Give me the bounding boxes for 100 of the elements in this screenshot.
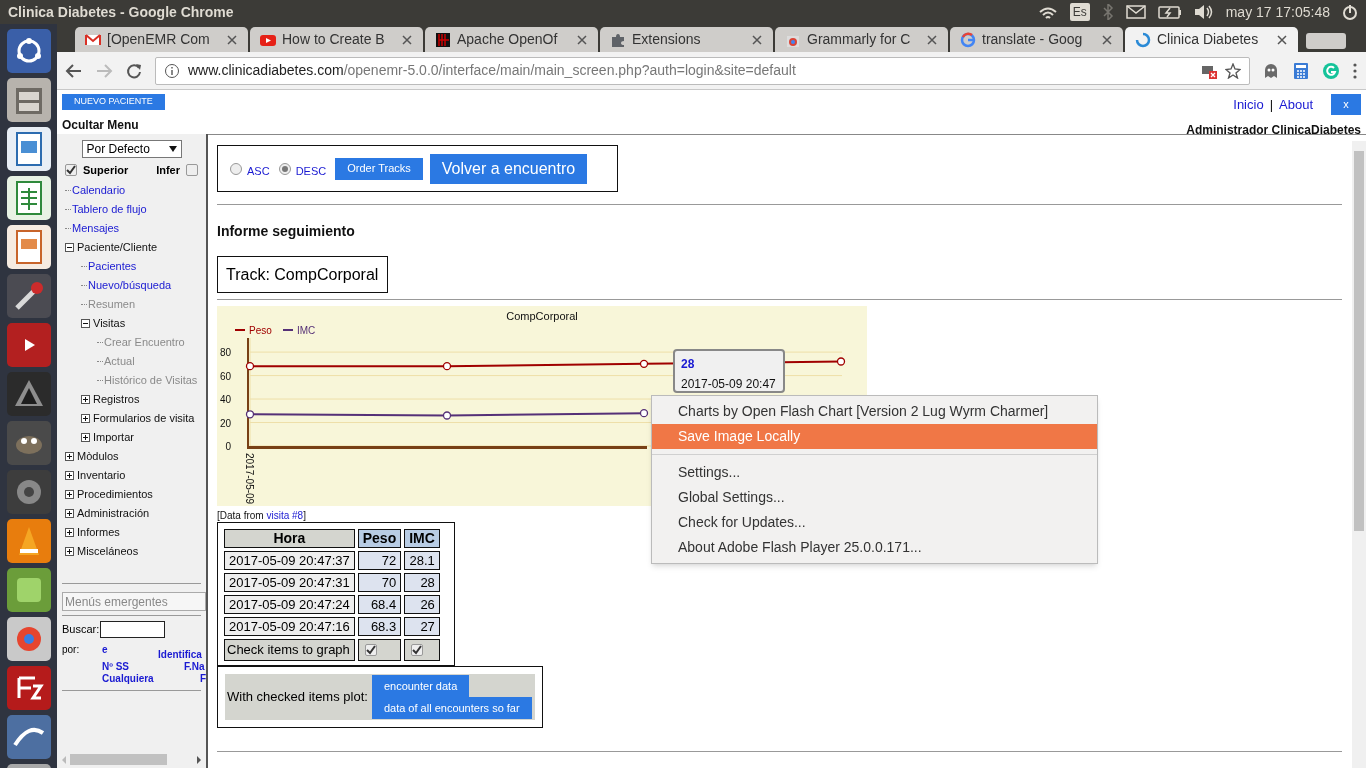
menu-folder[interactable]: Mòdulos	[77, 447, 119, 465]
expand-icon[interactable]	[65, 451, 74, 461]
scroll-right-icon[interactable]	[197, 755, 201, 764]
mail-icon[interactable]	[1125, 5, 1146, 19]
address-bar[interactable]: www.clinicadiabetes.com/openemr-5.0.0/interface/main/main_screen.php?auth=login&site=default	[155, 56, 1250, 85]
menu-folder[interactable]: Visitas	[93, 314, 126, 332]
data-point[interactable]	[245, 362, 255, 371]
browser-icon[interactable]	[6, 617, 51, 661]
collapse-icon[interactable]	[81, 318, 90, 328]
nav-link[interactable]: Inicio	[1233, 94, 1264, 115]
browser-tab[interactable]: Extensions	[600, 27, 773, 52]
search-field[interactable]	[100, 621, 166, 638]
radio-button[interactable]	[278, 162, 291, 175]
browser-tab[interactable]: Clinica Diabetes	[1125, 27, 1298, 52]
back-to-encounter-button[interactable]: Volver a encuentro	[429, 153, 588, 184]
close-icon[interactable]	[1276, 33, 1288, 46]
wrench-icon[interactable]	[6, 274, 51, 318]
checkbox[interactable]	[364, 644, 377, 656]
expand-icon[interactable]	[81, 413, 90, 423]
checkbox[interactable]	[65, 164, 77, 177]
ubuntu-logo-icon[interactable]	[6, 29, 51, 73]
presentation-icon[interactable]	[6, 225, 51, 269]
new-patient-button[interactable]: NUEVO PACIENTE	[62, 94, 165, 110]
expand-icon[interactable]	[65, 546, 74, 556]
search-option-link[interactable]: Cualquiera	[102, 671, 154, 686]
checkbox[interactable]	[186, 164, 198, 177]
vertical-scrollbar[interactable]	[1352, 141, 1366, 768]
menu-item[interactable]: About Adobe Flash Player 25.0.0.171...	[652, 535, 1097, 560]
search-option-link[interactable]: F	[200, 671, 207, 686]
order-tracks-button[interactable]: Order Tracks	[335, 157, 423, 180]
browser-tab[interactable]: [OpenEMR Com	[75, 27, 248, 52]
expand-icon[interactable]	[65, 508, 74, 518]
search-option-link[interactable]: Nº SS	[102, 659, 129, 674]
volume-icon[interactable]	[1193, 4, 1214, 20]
power-icon[interactable]	[1342, 4, 1358, 20]
back-icon[interactable]	[65, 61, 83, 80]
clock[interactable]: may 17 17:05:48	[1225, 1, 1330, 23]
close-icon[interactable]	[226, 33, 238, 46]
data-point[interactable]	[245, 410, 255, 419]
menu-link[interactable]: Pacientes	[88, 257, 137, 275]
close-icon[interactable]	[401, 33, 413, 46]
radio-button[interactable]	[230, 162, 242, 175]
browser-tab[interactable]: Grammarly for C	[775, 27, 948, 52]
menu-icon[interactable]	[1352, 61, 1358, 80]
menu-folder[interactable]: Misceláneos	[77, 542, 139, 560]
data-point[interactable]	[639, 409, 649, 418]
star-icon[interactable]	[1225, 62, 1241, 79]
menu-link[interactable]: Calendario	[72, 181, 126, 199]
data-point[interactable]	[442, 362, 452, 371]
ghost-icon[interactable]	[1262, 61, 1280, 80]
hide-menu-link[interactable]: Ocultar Menu	[62, 116, 139, 134]
animal-icon[interactable]	[6, 421, 51, 465]
plot-button[interactable]: data of all encounters so far	[371, 697, 532, 719]
expand-icon[interactable]	[65, 527, 74, 537]
cone-icon[interactable]	[6, 519, 51, 563]
menu-folder[interactable]: Registros	[93, 390, 140, 408]
file-cabinet-icon[interactable]	[6, 78, 51, 122]
browser-tab[interactable]: translate - Goog	[950, 27, 1123, 52]
battery-icon[interactable]	[1157, 4, 1182, 20]
menu-folder[interactable]: Importar	[93, 428, 134, 446]
menu-link[interactable]: Mensajes	[72, 219, 120, 237]
expand-icon[interactable]	[81, 432, 90, 442]
menu-link[interactable]: Tablero de flujo	[72, 200, 147, 218]
menu-folder[interactable]: Inventario	[77, 466, 126, 484]
spreadsheet-icon[interactable]	[6, 176, 51, 220]
search-option-link[interactable]: F.Na	[184, 659, 205, 674]
close-icon[interactable]	[926, 33, 938, 46]
browser-tab[interactable]: How to Create B	[250, 27, 423, 52]
document-icon[interactable]	[6, 127, 51, 171]
expand-icon[interactable]	[81, 394, 90, 404]
expand-icon[interactable]	[65, 489, 74, 499]
data-point[interactable]	[639, 359, 649, 368]
close-icon[interactable]	[751, 33, 763, 46]
collapse-icon[interactable]	[65, 242, 74, 252]
checkbox[interactable]	[411, 644, 424, 656]
menu-item[interactable]: Settings...	[652, 460, 1097, 485]
menu-item[interactable]: Check for Updates...	[652, 510, 1097, 535]
reload-icon[interactable]	[125, 61, 143, 80]
menu-item[interactable]: Global Settings...	[652, 485, 1097, 510]
close-icon[interactable]	[576, 33, 588, 46]
close-icon[interactable]	[1101, 33, 1113, 46]
mountain-icon[interactable]	[6, 372, 51, 416]
menu-folder[interactable]: Administración	[77, 504, 150, 522]
menu-folder[interactable]: Procedimientos	[77, 485, 153, 503]
search-option-link[interactable]: Identifica	[158, 647, 202, 662]
search-option-link[interactable]: e	[102, 642, 108, 657]
nav-link[interactable]: About	[1279, 94, 1313, 115]
keyboard-layout-indicator[interactable]: Es	[1069, 3, 1090, 21]
square-icon[interactable]	[6, 568, 51, 612]
video-icon[interactable]	[6, 323, 51, 367]
close-button[interactable]: x	[1331, 94, 1361, 115]
menu-folder[interactable]: Formularios de visita	[93, 409, 195, 427]
menu-item[interactable]: Charts by Open Flash Chart [Version 2 Lug Wyrm Charmer]	[652, 399, 1097, 424]
menu-folder[interactable]: Paciente/Cliente	[77, 238, 158, 256]
expand-icon[interactable]	[65, 470, 74, 480]
horizontal-scrollbar[interactable]	[62, 754, 201, 765]
calculator-icon[interactable]	[1292, 61, 1310, 80]
view-select[interactable]: Por Defecto	[81, 140, 182, 158]
browser-tab[interactable]: Apache OpenOf	[425, 27, 598, 52]
info-icon[interactable]	[164, 62, 180, 79]
